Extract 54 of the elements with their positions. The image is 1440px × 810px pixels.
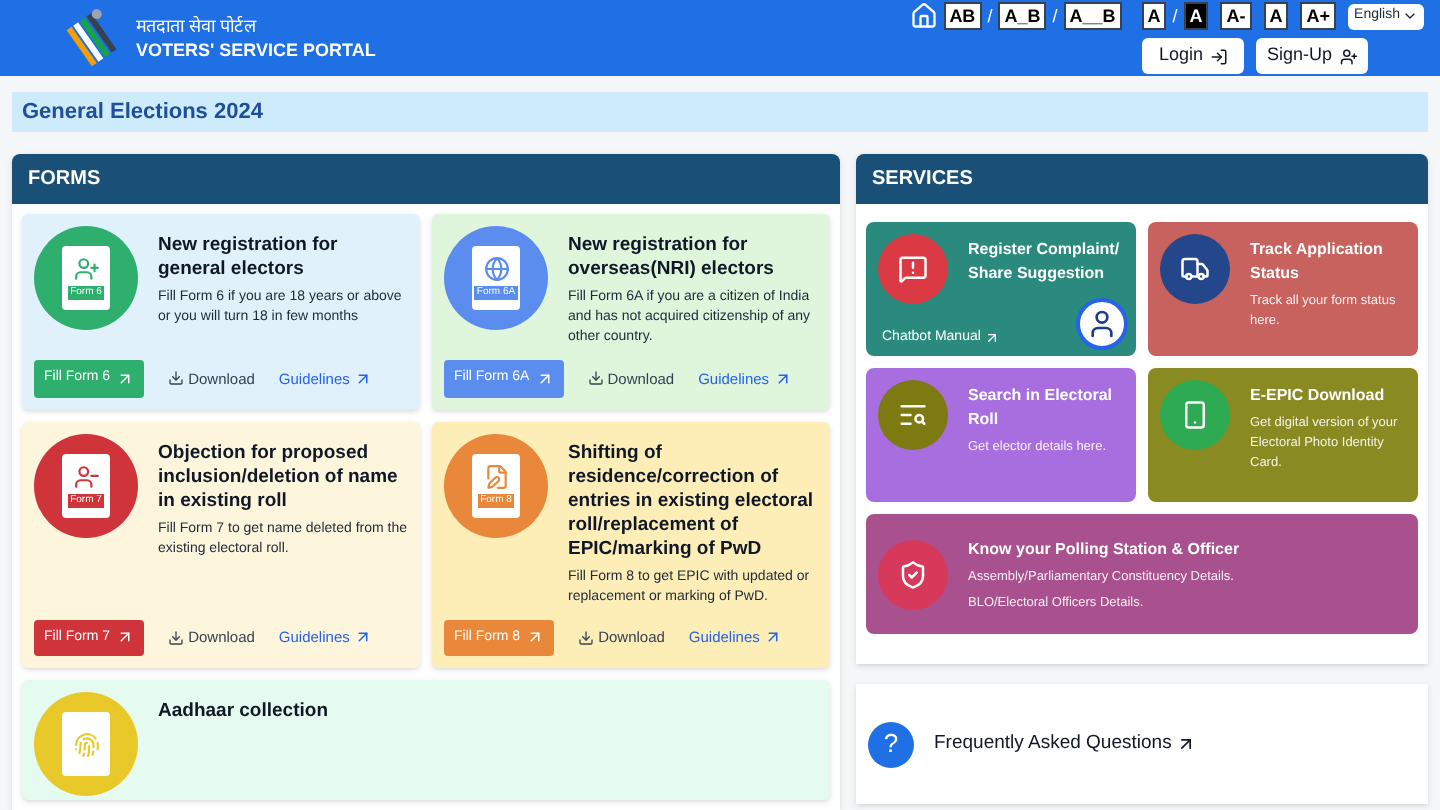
service-title: Know your Polling Station & Officer xyxy=(968,538,1240,562)
arrow-icon xyxy=(526,628,545,647)
portal-title-hindi: मतदाता सेवा पोर्टल xyxy=(136,14,259,38)
separator: / xyxy=(1172,3,1178,29)
arrow-icon xyxy=(984,329,1001,346)
form-title: Aadhaar collection xyxy=(158,700,328,724)
arrow-icon xyxy=(353,369,372,388)
signup-button[interactable]: Sign-Up xyxy=(1256,38,1368,74)
download-icon xyxy=(168,370,185,387)
arrow-icon xyxy=(116,628,135,647)
panel-header: SERVICES xyxy=(856,154,1428,204)
faq-card[interactable]: ? Frequently Asked Questions xyxy=(856,684,1428,804)
pen-file-icon xyxy=(483,463,509,489)
text-spacing-button[interactable]: A__B xyxy=(1063,2,1122,31)
login-button[interactable]: Login xyxy=(1142,38,1245,74)
form-title: Objection for proposed inclusion/deletion of name in existing roll xyxy=(158,441,400,513)
form-title: New registration for overseas(NRI) electors xyxy=(568,234,776,282)
chatbot-avatar-icon xyxy=(1076,298,1128,350)
separator: / xyxy=(987,3,993,29)
portal-title: VOTERS' SERVICE PORTAL xyxy=(136,38,376,62)
text-spacing-button[interactable]: AB xyxy=(943,2,982,31)
arrow-icon xyxy=(1175,734,1196,754)
contrast-button[interactable]: A xyxy=(1183,2,1209,31)
download-icon xyxy=(168,629,185,646)
service-title: E-EPIC Download xyxy=(1250,384,1387,408)
arrow-icon xyxy=(763,628,782,647)
arrow-icon xyxy=(353,628,372,647)
contrast-button[interactable]: A xyxy=(1141,2,1167,31)
service-title: Search in Electoral Roll xyxy=(968,384,1115,432)
font-size-button[interactable]: A xyxy=(1263,2,1289,31)
arrow-icon xyxy=(535,369,554,388)
service-title: Track Application Status xyxy=(1250,238,1385,286)
home-icon[interactable] xyxy=(909,2,938,31)
service-title: Register Complaint/ Share Suggestion xyxy=(968,238,1122,286)
arrow-icon xyxy=(773,369,792,388)
font-size-button[interactable]: A+ xyxy=(1300,2,1337,31)
separator: / xyxy=(1052,3,1058,29)
panel-header: FORMS xyxy=(12,154,840,204)
download-icon xyxy=(578,629,595,646)
text-spacing-button[interactable]: A_B xyxy=(998,2,1047,31)
user-plus-icon xyxy=(1340,47,1358,65)
fingerprint-icon xyxy=(73,731,99,757)
faq-link[interactable]: Frequently Asked Questions xyxy=(934,729,1196,759)
election-banner: General Elections 2024 xyxy=(12,92,1428,132)
login-icon xyxy=(1210,47,1229,65)
font-size-button[interactable]: A- xyxy=(1220,2,1252,31)
download-icon xyxy=(587,370,604,387)
globe-icon xyxy=(483,256,509,282)
form-title: Shifting of residence/correction of entries in existing electoral roll/replacement of EPIC/marking of PwD xyxy=(568,441,815,561)
question-icon: ? xyxy=(868,721,914,767)
user-plus-icon xyxy=(73,256,99,282)
arrow-icon xyxy=(116,369,135,388)
form-title: New registration for general electors xyxy=(158,234,340,282)
user-minus-icon xyxy=(73,463,99,489)
